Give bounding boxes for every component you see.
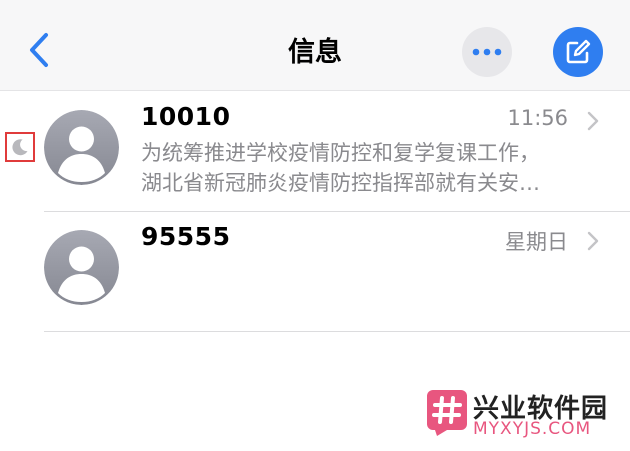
compose-button[interactable] [553,27,603,77]
ellipsis-icon [472,48,502,56]
hash-logo-icon [427,390,467,436]
message-preview: 为统筹推进学校疫情防控和复学复课工作， 湖北省新冠肺炎疫情防控指挥部就有关安… [141,138,606,198]
preview-line: 湖北省新冠肺炎疫情防控指挥部就有关安… [141,171,540,195]
moon-icon [12,139,28,156]
avatar [44,230,119,305]
watermark-domain: MYXYJS.COM [473,419,592,439]
chevron-left-icon [30,33,48,67]
chevron-right-icon [587,231,599,251]
compose-icon [566,39,591,64]
back-button[interactable] [22,30,56,70]
muted-indicator [5,132,35,162]
more-options-button[interactable] [462,27,512,77]
page-title: 信息 [288,37,342,68]
conversation-row[interactable]: 95555 星期日 [0,212,630,332]
sender-name: 95555 [141,222,231,251]
message-time: 11:56 [507,106,568,130]
avatar [44,110,119,185]
navigation-bar: 信息 [0,0,630,91]
conversation-row[interactable]: 10010 11:56 为统筹推进学校疫情防控和复学复课工作， 湖北省新冠肺炎疫… [0,92,630,212]
chevron-right-icon [587,111,599,131]
preview-line: 为统筹推进学校疫情防控和复学复课工作， [141,141,540,165]
person-placeholder-icon [44,230,119,305]
sender-name: 10010 [141,102,231,131]
message-time: 星期日 [505,230,568,254]
person-placeholder-icon [44,110,119,185]
row-divider [44,331,630,332]
messages-screen: 信息 10010 11:56 为统筹推进学校疫情防控和复学复课工作， 湖北省新冠… [0,0,630,451]
site-watermark: 兴业软件园 MYXYJS.COM [427,388,627,444]
